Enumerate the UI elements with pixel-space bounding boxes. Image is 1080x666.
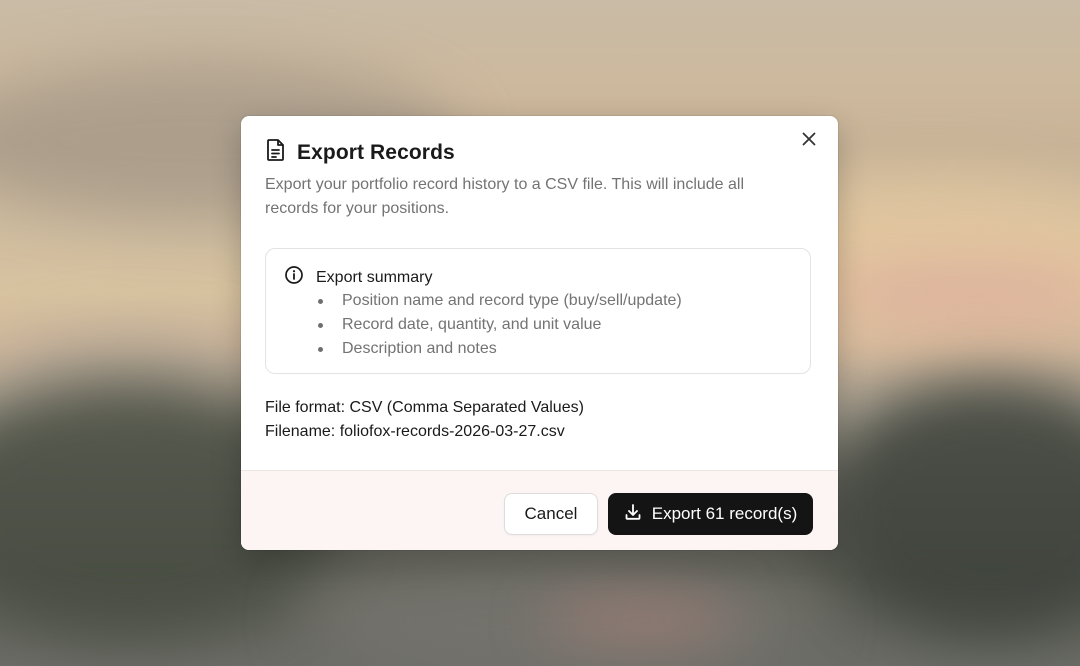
summary-title: Export summary xyxy=(316,268,433,286)
summary-item: Record date, quantity, and unit value xyxy=(318,313,682,337)
close-button[interactable] xyxy=(796,128,822,154)
export-summary-box: Export summary Position name and record … xyxy=(265,248,811,374)
dialog-footer: Cancel Export 61 record(s) xyxy=(241,470,838,550)
file-info: File format: CSV (Comma Separated Values… xyxy=(265,396,584,444)
export-button[interactable]: Export 61 record(s) xyxy=(608,493,813,535)
export-records-dialog: Export Records Export your portfolio rec… xyxy=(241,116,838,550)
info-icon xyxy=(284,265,304,290)
summary-item: Position name and record type (buy/sell/… xyxy=(318,289,682,313)
dialog-description: Export your portfolio record history to … xyxy=(265,176,745,217)
dialog-header: Export Records xyxy=(265,138,455,167)
document-icon xyxy=(265,138,287,167)
dialog-title: Export Records xyxy=(297,140,455,164)
export-button-label: Export 61 record(s) xyxy=(651,504,798,523)
summary-header: Export summary xyxy=(284,265,432,290)
close-icon xyxy=(802,132,816,151)
download-icon xyxy=(624,503,642,526)
summary-item: Description and notes xyxy=(318,337,682,361)
file-format-line: File format: CSV (Comma Separated Values… xyxy=(265,399,584,416)
filename-line: Filename: foliofox-records-2026-03-27.cs… xyxy=(265,423,565,440)
summary-list: Position name and record type (buy/sell/… xyxy=(318,289,682,361)
cancel-button[interactable]: Cancel xyxy=(504,493,598,535)
